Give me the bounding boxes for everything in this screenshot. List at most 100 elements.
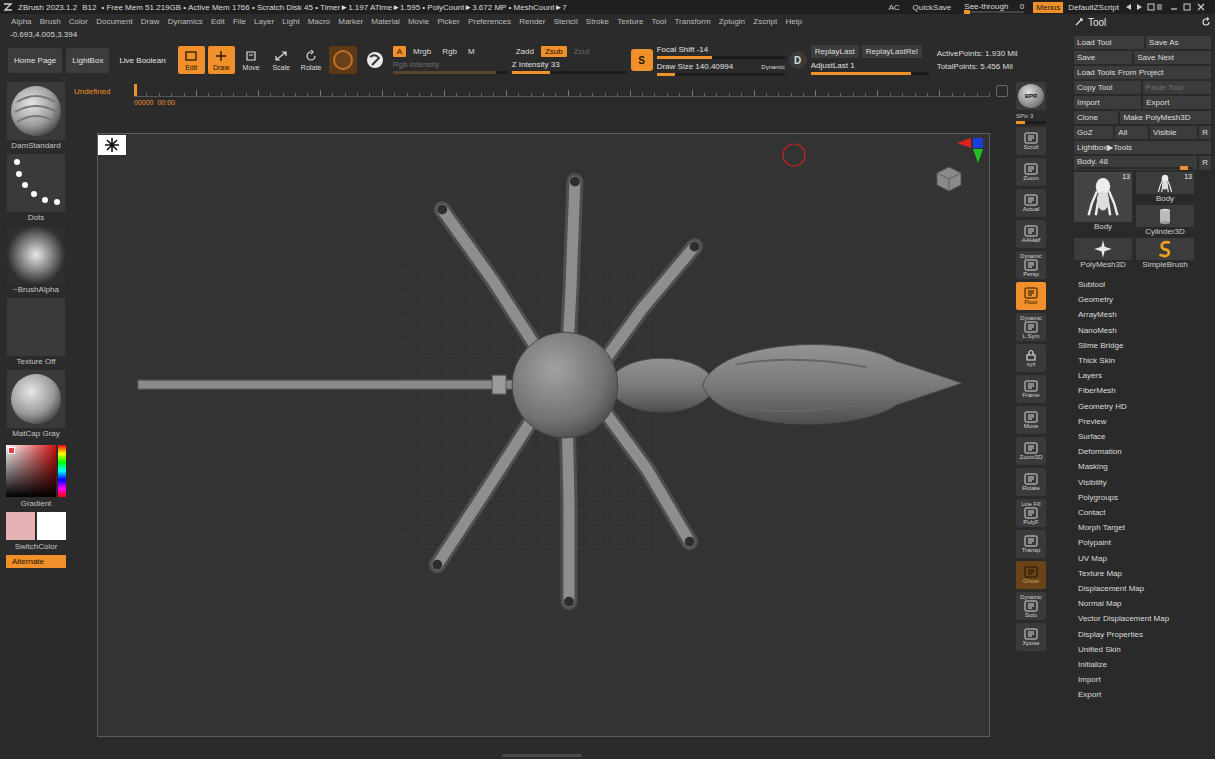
color-picker[interactable] xyxy=(6,445,66,497)
arraymesh-section[interactable]: ArrayMesh xyxy=(1078,307,1211,322)
replaylast-button[interactable]: ReplayLast xyxy=(811,45,859,58)
load-tool-button[interactable]: Load Tool xyxy=(1074,36,1144,49)
frame-button[interactable]: Frame xyxy=(1016,375,1046,403)
polygroups-section[interactable]: Polygroups xyxy=(1078,490,1211,505)
simplebrush-tool[interactable]: SimpleBrush xyxy=(1136,238,1194,269)
layout-arrows-icon[interactable] xyxy=(1124,2,1164,12)
clone-button[interactable]: Clone xyxy=(1074,111,1118,124)
rgb-button[interactable]: Rgb xyxy=(438,46,461,57)
save-next-button[interactable]: Save Next xyxy=(1134,51,1211,64)
r-button[interactable]: R xyxy=(1199,126,1211,139)
navigation-gizmo-icon[interactable] xyxy=(917,137,987,207)
spix-slider[interactable]: SPix 3 xyxy=(1016,113,1046,124)
export-section[interactable]: Export xyxy=(1078,687,1211,702)
tool-menu[interactable]: Tool xyxy=(648,17,671,26)
material-picker[interactable]: MatCap Gray xyxy=(7,370,65,441)
paste-tool-button[interactable]: Paste Tool xyxy=(1143,81,1211,94)
default-zscript-button[interactable]: DefaultZScript xyxy=(1068,3,1119,12)
geometry-section[interactable]: Geometry xyxy=(1078,292,1211,307)
stroke-menu[interactable]: Stroke xyxy=(582,17,613,26)
focal-shift-slider[interactable]: Focal Shift -14 xyxy=(657,45,785,59)
transp-button[interactable]: Transp xyxy=(1016,530,1046,558)
timeline-end-button[interactable] xyxy=(996,85,1008,97)
adjust-last-slider[interactable]: AdjustLast 1 xyxy=(811,61,929,75)
switch-color-button[interactable]: SwitchColor xyxy=(15,541,58,554)
document-canvas[interactable] xyxy=(97,133,990,737)
move-button[interactable]: Move xyxy=(1016,406,1046,434)
lightbox-tools-button[interactable]: Lightbox▶Tools xyxy=(1074,141,1211,154)
texture-map-section[interactable]: Texture Map xyxy=(1078,566,1211,581)
window-controls-icon[interactable] xyxy=(1169,2,1209,12)
ac-button[interactable]: AC xyxy=(884,3,903,12)
uv-map-section[interactable]: UV Map xyxy=(1078,551,1211,566)
load-tools-from-project-button[interactable]: Load Tools From Project xyxy=(1074,66,1211,79)
vector-displacement-map-section[interactable]: Vector Displacement Map xyxy=(1078,611,1211,626)
reset-button[interactable]: R xyxy=(1199,156,1211,170)
alpha-picker[interactable]: ~BrushAlpha xyxy=(7,226,65,297)
document-menu[interactable]: Document xyxy=(92,17,137,26)
timeline-ruler[interactable] xyxy=(134,86,990,97)
zsub-button[interactable]: Zsub xyxy=(541,46,567,57)
fibermesh-section[interactable]: FiberMesh xyxy=(1078,383,1211,398)
normal-map-section[interactable]: Normal Map xyxy=(1078,596,1211,611)
all-button[interactable]: All xyxy=(1115,126,1148,139)
edit-menu[interactable]: Edit xyxy=(207,17,229,26)
texture-menu[interactable]: Texture xyxy=(613,17,647,26)
bpr-button[interactable]: BPR xyxy=(1016,82,1046,110)
polymesh3d-tool[interactable]: PolyMesh3D xyxy=(1074,238,1132,269)
help-menu[interactable]: Help xyxy=(781,17,806,26)
display-properties-section[interactable]: Display Properties xyxy=(1078,627,1211,642)
layers-section[interactable]: Layers xyxy=(1078,368,1211,383)
lightbox-button[interactable]: LightBox xyxy=(66,48,109,73)
contact-section[interactable]: Contact xyxy=(1078,505,1211,520)
stencil-menu[interactable]: Stencil xyxy=(550,17,582,26)
render-toggle[interactable] xyxy=(361,46,389,74)
zadd-button[interactable]: Zadd xyxy=(512,46,538,57)
body-tool[interactable]: 13Body xyxy=(1074,172,1132,236)
light-menu[interactable]: Light xyxy=(278,17,304,26)
see-through-knob[interactable] xyxy=(964,10,970,14)
edit-button[interactable]: Edit xyxy=(178,46,205,74)
morph-target-section[interactable]: Morph Target xyxy=(1078,520,1211,535)
layer-menu[interactable]: Layer xyxy=(250,17,278,26)
menus-button[interactable]: Menus xyxy=(1033,2,1063,13)
color-marker[interactable] xyxy=(8,447,15,454)
nanomesh-section[interactable]: NanoMesh xyxy=(1078,323,1211,338)
movie-menu[interactable]: Movie xyxy=(404,17,434,26)
deformation-section[interactable]: Deformation xyxy=(1078,444,1211,459)
secondary-color-swatch[interactable] xyxy=(37,512,66,540)
live-boolean-button[interactable]: Live Boolean xyxy=(113,48,171,73)
alpha-menu[interactable]: Alpha xyxy=(7,17,36,26)
draw-menu[interactable]: Draw xyxy=(137,17,164,26)
save-as-button[interactable]: Save As xyxy=(1146,36,1211,49)
hue-strip[interactable] xyxy=(58,445,66,497)
displacement-map-section[interactable]: Displacement Map xyxy=(1078,581,1211,596)
actual-button[interactable]: Actual xyxy=(1016,189,1046,217)
solo-button[interactable]: DynamicSolo xyxy=(1016,592,1046,620)
color-menu[interactable]: Color xyxy=(65,17,92,26)
quicksave-button[interactable]: QuickSave xyxy=(909,3,956,12)
z-intensity-slider[interactable]: Z Intensity 33 xyxy=(512,60,627,74)
cylinder3d-tool[interactable]: Cylinder3D xyxy=(1136,205,1194,236)
rotate-button[interactable]: Rotate xyxy=(1016,468,1046,496)
main-color-swatch[interactable] xyxy=(6,512,35,540)
visibility-section[interactable]: Visibility xyxy=(1078,475,1211,490)
copy-tool-button[interactable]: Copy Tool xyxy=(1074,81,1141,94)
dynamic-draw-toggle[interactable]: D xyxy=(789,51,807,69)
texture-picker[interactable]: Texture Off xyxy=(7,298,65,369)
mrgb-button[interactable]: Mrgb xyxy=(409,46,435,57)
l-sym-button[interactable]: DynamicL.Sym xyxy=(1016,313,1046,341)
ghost-button[interactable]: Ghost xyxy=(1016,561,1046,589)
import-button[interactable]: Import xyxy=(1074,96,1141,109)
tool-slider-knob[interactable] xyxy=(1180,166,1188,170)
brush-menu[interactable]: Brush xyxy=(36,17,65,26)
macro-menu[interactable]: Macro xyxy=(304,17,334,26)
a-button[interactable]: A xyxy=(393,46,406,57)
alternate-button[interactable]: Alternate xyxy=(6,555,66,568)
xyz-button[interactable]: xyz xyxy=(1016,344,1046,372)
file-menu[interactable]: File xyxy=(229,17,250,26)
zoom-button[interactable]: Zoom xyxy=(1016,158,1046,186)
body-tool[interactable]: 13Body xyxy=(1136,172,1194,203)
sculptris-pro-toggle[interactable]: S xyxy=(631,49,653,71)
material-toggle[interactable] xyxy=(329,46,357,74)
